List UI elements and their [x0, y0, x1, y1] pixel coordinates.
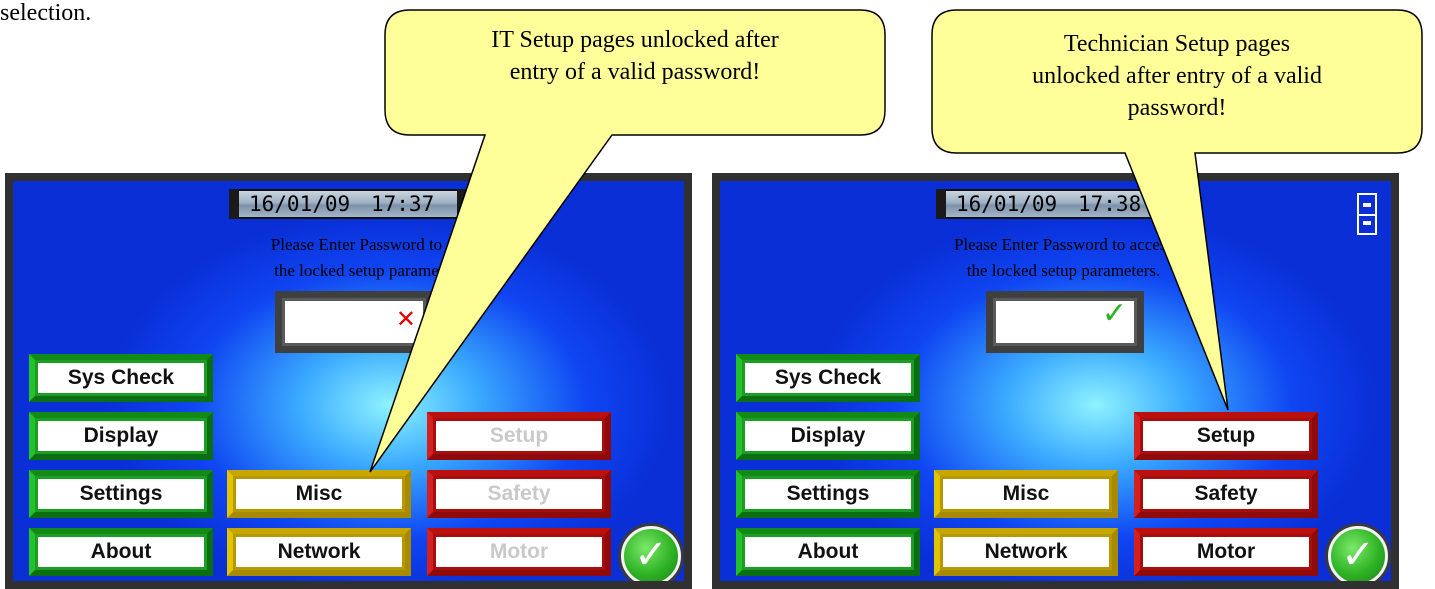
file-cabinet-icon[interactable] — [1357, 193, 1377, 235]
time-text: 17:38 — [1078, 192, 1142, 216]
misc-button[interactable]: Misc — [227, 470, 411, 518]
valid-check-icon: ✓ — [1101, 296, 1127, 331]
technician-callout-text: Technician Setup pages unlocked after en… — [1032, 31, 1322, 121]
password-field[interactable]: ✕ — [275, 291, 433, 353]
display-button[interactable]: Display — [29, 412, 213, 460]
caption-text: selection. — [0, 0, 92, 26]
password-field[interactable]: ✓ — [986, 291, 1144, 353]
setup-button[interactable]: Setup — [1134, 412, 1318, 460]
setup-button: Setup — [427, 412, 611, 460]
datetime-display: 16/01/09 17:38 — [936, 189, 1174, 219]
it-callout-text: IT Setup pages unlocked after entry of a… — [491, 27, 779, 85]
confirm-check-icon[interactable]: ✓ — [621, 526, 681, 581]
left-screen-panel: 16/01/09 17:37 Please Enter Password to … — [5, 173, 692, 589]
about-button[interactable]: About — [736, 528, 920, 576]
sys-check-button[interactable]: Sys Check — [29, 354, 213, 402]
date-text: 16/01/09 — [249, 192, 351, 216]
prompt-line-2: the locked setup parameters. — [966, 261, 1161, 280]
settings-button[interactable]: Settings — [29, 470, 213, 518]
time-text: 17:37 — [371, 192, 435, 216]
right-screen-panel: 16/01/09 17:38 Please Enter Password to … — [712, 173, 1399, 589]
about-button[interactable]: About — [29, 528, 213, 576]
network-button[interactable]: Network — [227, 528, 411, 576]
password-prompt: Please Enter Password to the locked setu… — [13, 232, 684, 284]
prompt-line-1: Please Enter Password to — [270, 235, 443, 254]
safety-button: Safety — [427, 470, 611, 518]
network-button[interactable]: Network — [934, 528, 1118, 576]
prompt-line-2: the locked setup parame — [274, 261, 439, 280]
safety-button[interactable]: Safety — [1134, 470, 1318, 518]
prompt-line-1: Please Enter Password to access — [953, 235, 1174, 254]
settings-button[interactable]: Settings — [736, 470, 920, 518]
display-button[interactable]: Display — [736, 412, 920, 460]
misc-button[interactable]: Misc — [934, 470, 1118, 518]
password-prompt: Please Enter Password to access the lock… — [720, 232, 1391, 284]
motor-button[interactable]: Motor — [1134, 528, 1318, 576]
confirm-check-icon[interactable]: ✓ — [1328, 526, 1388, 581]
invalid-cross-icon: ✕ — [395, 305, 416, 333]
sys-check-button[interactable]: Sys Check — [736, 354, 920, 402]
date-text: 16/01/09 — [956, 192, 1058, 216]
motor-button: Motor — [427, 528, 611, 576]
datetime-display: 16/01/09 17:37 — [229, 189, 467, 219]
